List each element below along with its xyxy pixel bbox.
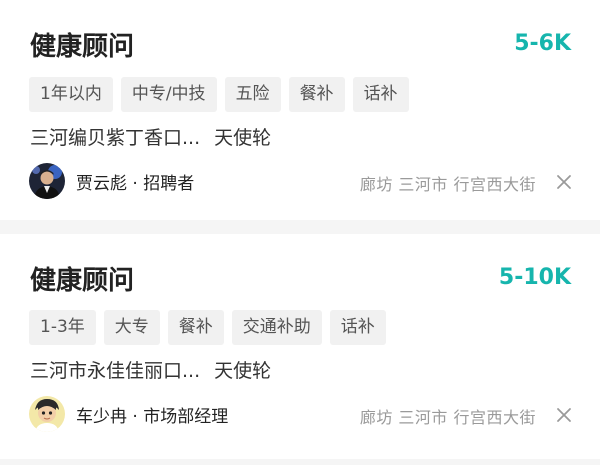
recruiter: 车少冉 · 市场部经理 [29, 396, 228, 432]
avatar [29, 163, 65, 199]
company-info: 三河市永佳佳丽口... 天使轮 [30, 356, 271, 383]
job-tags: 1-3年 大专 餐补 交通补助 话补 [29, 310, 386, 345]
job-tag-benefit: 话补 [329, 310, 386, 345]
job-card[interactable]: 健康顾问 5-6K 1年以内 中专/中技 五险 餐补 话补 三河编贝紫丁香口..… [0, 0, 600, 220]
recruiter: 贾云彪 · 招聘者 [29, 163, 194, 199]
company-stage: 天使轮 [214, 127, 272, 149]
company-info: 三河编贝紫丁香口... 天使轮 [30, 123, 271, 150]
company-stage: 天使轮 [214, 360, 272, 382]
job-tag-benefit: 餐补 [288, 77, 345, 112]
job-tag-benefit: 五险 [224, 77, 281, 112]
job-tag-benefit: 餐补 [167, 310, 224, 345]
job-salary: 5-6K [514, 31, 571, 56]
job-title: 健康顾问 [30, 32, 135, 62]
job-location: 廊坊 三河市 行宫西大街 [359, 175, 536, 194]
close-icon[interactable] [556, 407, 572, 423]
job-tag-education: 中专/中技 [120, 77, 217, 112]
job-list: 健康顾问 5-6K 1年以内 中专/中技 五险 餐补 话补 三河编贝紫丁香口..… [0, 0, 600, 465]
recruiter-name: 车少冉 · 市场部经理 [76, 406, 229, 427]
company-name: 三河市永佳佳丽口... [30, 360, 201, 382]
job-tag-experience: 1-3年 [29, 310, 96, 345]
job-card[interactable]: 健康顾问 5-10K 1-3年 大专 餐补 交通补助 话补 三河市永佳佳丽口..… [0, 234, 600, 459]
job-tag-education: 大专 [103, 310, 160, 345]
close-icon[interactable] [556, 174, 572, 190]
job-location: 廊坊 三河市 行宫西大街 [359, 408, 536, 427]
company-name: 三河编贝紫丁香口... [30, 127, 201, 149]
job-tag-benefit: 话补 [352, 77, 409, 112]
job-salary: 5-10K [498, 265, 571, 290]
avatar [29, 396, 65, 432]
recruiter-name: 贾云彪 · 招聘者 [76, 173, 195, 194]
job-tag-benefit: 交通补助 [231, 310, 322, 345]
job-tags: 1年以内 中专/中技 五险 餐补 话补 [29, 77, 409, 112]
job-title: 健康顾问 [30, 266, 135, 296]
job-tag-experience: 1年以内 [29, 77, 113, 112]
